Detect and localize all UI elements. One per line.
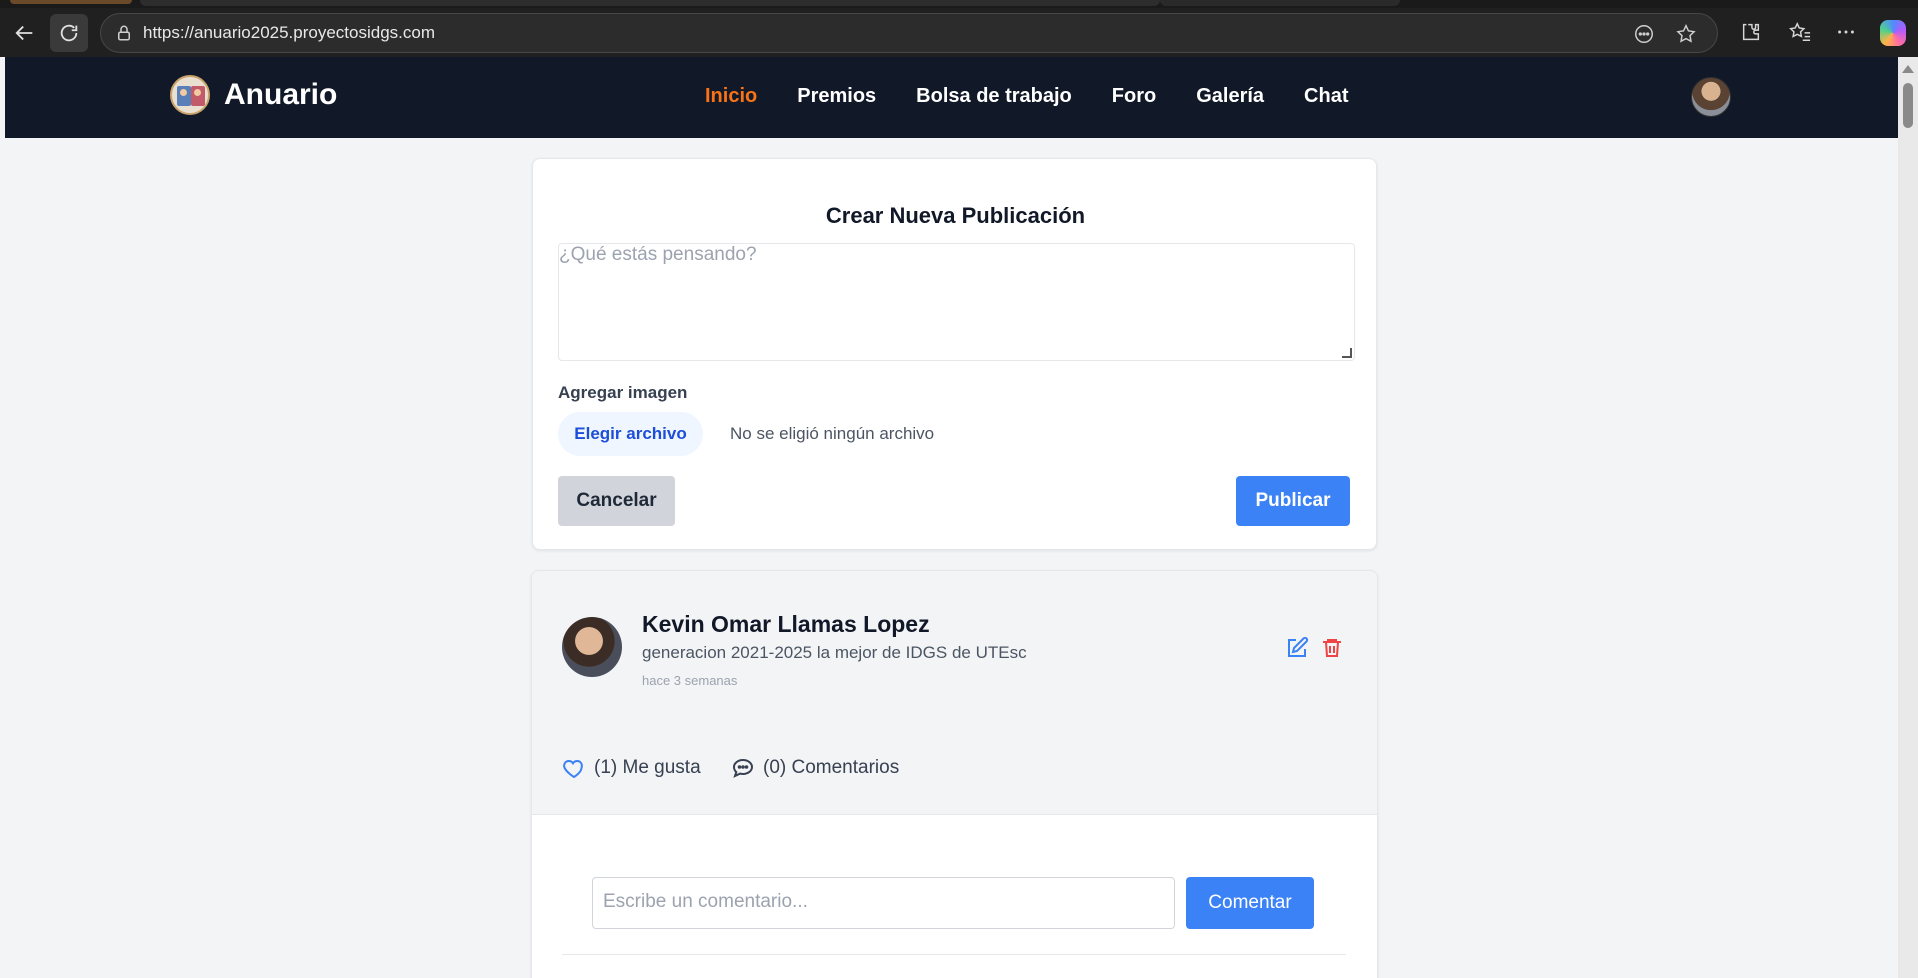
nav-link-bolsa-de-trabajo[interactable]: Bolsa de trabajo — [916, 85, 1072, 108]
comment-button[interactable]: Comentar — [1186, 877, 1314, 929]
tab-edge[interactable] — [1160, 0, 1400, 6]
comment-area: Escribe un comentario... Comentar — [532, 815, 1377, 978]
user-avatar[interactable] — [1691, 77, 1731, 117]
puzzle-icon[interactable] — [1735, 16, 1767, 48]
scroll-up-arrow[interactable] — [1902, 65, 1914, 73]
post-card: Kevin Omar Llamas Lopez generacion 2021-… — [531, 570, 1378, 978]
brand-name: Anuario — [224, 78, 338, 111]
resize-grip-icon[interactable] — [1342, 348, 1352, 358]
file-status: No se eligió ningún archivo — [730, 424, 935, 443]
image-label: Agregar imagen — [558, 383, 688, 402]
author-avatar[interactable] — [562, 617, 622, 677]
heart-icon — [563, 759, 583, 779]
create-post-title: Crear Nueva Publicación — [825, 203, 1086, 228]
post-author[interactable]: Kevin Omar Llamas Lopez — [642, 611, 930, 638]
comments-button[interactable]: (0) Comentarios — [731, 756, 899, 780]
tab-active-edge[interactable] — [10, 0, 132, 4]
post-header: Kevin Omar Llamas Lopez generacion 2021-… — [532, 571, 1377, 814]
edit-icon[interactable] — [1285, 636, 1309, 660]
copilot-icon[interactable] — [1880, 20, 1906, 46]
create-post-card: Crear Nueva Publicación ¿Qué estás pensa… — [532, 158, 1377, 550]
nav-link-premios[interactable]: Premios — [797, 85, 876, 108]
reload-icon — [60, 24, 78, 42]
like-button[interactable]: (1) Me gusta — [562, 756, 701, 780]
star-list-icon[interactable] — [1784, 16, 1816, 48]
cancel-button[interactable]: Cancelar — [558, 476, 675, 526]
lock-icon[interactable] — [115, 24, 133, 42]
publish-button[interactable]: Publicar — [1236, 476, 1350, 526]
nav-link-chat[interactable]: Chat — [1304, 85, 1348, 108]
chat-bubble-icon — [732, 758, 754, 778]
nav-link-galeria[interactable]: Galería — [1196, 85, 1264, 108]
divider — [562, 954, 1346, 955]
comment-input[interactable]: Escribe un comentario... — [592, 877, 1175, 929]
brand-link[interactable]: Anuario — [170, 75, 337, 115]
dots-circle-icon[interactable] — [1631, 21, 1657, 47]
ellipsis-icon[interactable] — [1830, 16, 1862, 48]
site-navbar: Anuario Inicio Premios Bolsa de trabajo … — [5, 57, 1898, 138]
browser-toolbar: https://anuario2025.proyectosidgs.com — [0, 0, 1918, 57]
page-content: Anuario Inicio Premios Bolsa de trabajo … — [5, 57, 1898, 978]
arrow-left-icon — [15, 25, 33, 41]
like-count-label: (1) Me gusta — [594, 757, 701, 778]
nav-link-inicio[interactable]: Inicio — [705, 85, 757, 108]
star-icon[interactable] — [1673, 21, 1699, 47]
address-bar[interactable]: https://anuario2025.proyectosidgs.com — [100, 13, 1718, 53]
tab-strip — [0, 0, 1918, 8]
trash-icon[interactable] — [1320, 636, 1344, 660]
nav-links: Inicio Premios Bolsa de trabajo Foro Gal… — [705, 85, 1349, 108]
reload-button[interactable] — [50, 14, 88, 52]
post-textarea[interactable]: ¿Qué estás pensando? — [558, 243, 1355, 361]
nav-link-foro[interactable]: Foro — [1112, 85, 1156, 108]
scroll-thumb[interactable] — [1903, 83, 1913, 128]
back-button[interactable] — [6, 14, 44, 52]
tab-edge[interactable] — [140, 0, 1160, 6]
post-textarea-placeholder: ¿Qué estás pensando? — [559, 244, 757, 265]
post-timestamp: hace 3 semanas — [642, 673, 738, 688]
url-text[interactable]: https://anuario2025.proyectosidgs.com — [143, 23, 435, 43]
choose-file-button[interactable]: Elegir archivo — [558, 412, 703, 456]
comment-count-label: (0) Comentarios — [763, 757, 900, 778]
logo-icon — [170, 75, 210, 115]
scrollbar[interactable] — [1898, 57, 1918, 978]
post-content: generacion 2021-2025 la mejor de IDGS de… — [642, 643, 1027, 662]
